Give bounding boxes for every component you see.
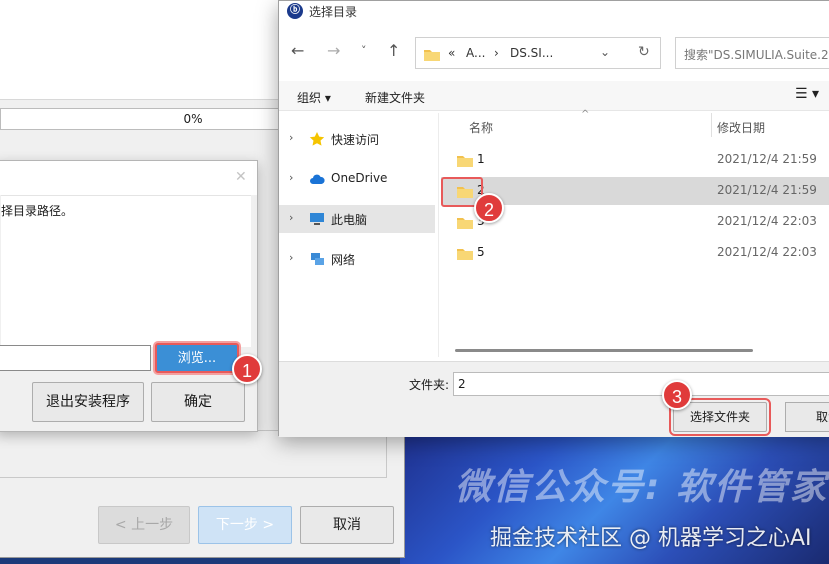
recent-chevron-icon[interactable]: ˅ bbox=[361, 44, 367, 57]
folder-icon bbox=[457, 156, 473, 167]
organize-menu[interactable]: 组织 ▾ bbox=[297, 89, 331, 106]
command-bar: 组织 ▾ 新建文件夹 ☰ ▾ bbox=[279, 81, 829, 111]
installer-cancel-button[interactable]: 取消 bbox=[300, 506, 394, 544]
exit-installer-button[interactable]: 退出安装程序 bbox=[32, 382, 144, 422]
prompt-body: 择目录路径。 bbox=[1, 195, 251, 347]
folder-field-label: 文件夹: bbox=[409, 378, 450, 392]
dialog-cancel-button[interactable]: 取消 bbox=[785, 402, 829, 432]
step-badge-3: 3 bbox=[662, 380, 692, 410]
watermark-juejin: 掘金技术社区 @ 机器学习之心AI bbox=[490, 526, 812, 551]
address-seg-overflow[interactable]: « bbox=[448, 46, 455, 60]
nav-label: 网络 bbox=[331, 253, 356, 267]
folder-date: 2021/12/4 21:59 bbox=[717, 152, 817, 166]
ok-button[interactable]: 确定 bbox=[151, 382, 245, 422]
directory-prompt-dialog: ✕ 择目录路径。 浏览... 退出安装程序 确定 bbox=[0, 160, 258, 432]
folder-field-input[interactable]: 2 bbox=[453, 372, 829, 396]
cloud-icon bbox=[310, 174, 325, 184]
address-separator: › bbox=[494, 46, 499, 60]
back-button[interactable]: < 上一步 bbox=[98, 506, 190, 544]
step-badge-2: 2 bbox=[474, 193, 504, 223]
search-placeholder: 搜索"DS.SIMULIA.Suite.2... bbox=[684, 48, 829, 62]
nav-item-network[interactable]: › 网络 bbox=[279, 245, 435, 273]
new-folder-button[interactable]: 新建文件夹 bbox=[365, 89, 425, 106]
browse-button[interactable]: 浏览... bbox=[155, 343, 239, 373]
folder-icon bbox=[424, 50, 440, 61]
folder-name: 5 bbox=[477, 245, 485, 259]
list-item[interactable]: 1 2021/12/4 21:59 bbox=[441, 146, 829, 174]
folder-icon bbox=[457, 218, 473, 229]
expand-chevron-icon[interactable]: › bbox=[289, 131, 293, 144]
select-folder-dialog: ⓑ 选择目录 ← → ˅ ↑ « A... › DS.SI... ⌄ ↻ 搜索"… bbox=[278, 0, 829, 437]
view-options-icon[interactable]: ☰ ▾ bbox=[795, 86, 819, 102]
navigation-row: ← → ˅ ↑ « A... › DS.SI... ⌄ ↻ 搜索"DS.SIMU… bbox=[279, 29, 829, 75]
file-list: ^ 名称 修改日期 1 2021/12/4 21:59 2 2021/12/4 … bbox=[441, 109, 829, 357]
folder-icon bbox=[457, 249, 473, 260]
app-logo-icon: ⓑ bbox=[287, 3, 303, 19]
nav-label: OneDrive bbox=[331, 171, 388, 185]
dialog-footer: 文件夹: 2 选择文件夹 取消 bbox=[279, 361, 829, 437]
nav-label: 快速访问 bbox=[331, 133, 380, 147]
prompt-titlebar: ✕ bbox=[0, 161, 257, 195]
step-badge-1: 1 bbox=[232, 354, 262, 384]
address-seg-current[interactable]: DS.SI... bbox=[510, 46, 553, 60]
column-divider[interactable] bbox=[711, 113, 712, 137]
column-header-modified[interactable]: 修改日期 bbox=[717, 119, 765, 136]
horizontal-scrollbar[interactable] bbox=[455, 349, 753, 352]
expand-chevron-icon[interactable]: › bbox=[289, 171, 293, 184]
up-arrow-icon[interactable]: ↑ bbox=[387, 41, 400, 60]
folder-date: 2021/12/4 21:59 bbox=[717, 183, 817, 197]
computer-icon bbox=[310, 213, 324, 225]
navigation-pane: › 快速访问 › OneDrive › 此电脑 › 网络 bbox=[279, 113, 439, 357]
address-dropdown-icon[interactable]: ⌄ bbox=[600, 45, 610, 59]
back-arrow-icon[interactable]: ← bbox=[291, 41, 304, 60]
select-folder-button[interactable]: 选择文件夹 bbox=[669, 398, 771, 436]
progress-text: 0% bbox=[183, 112, 203, 126]
next-button[interactable]: 下一步 > bbox=[198, 506, 292, 544]
list-item[interactable]: 5 2021/12/4 22:03 bbox=[441, 239, 829, 267]
prompt-message: 择目录路径。 bbox=[1, 204, 74, 218]
star-icon bbox=[309, 132, 325, 146]
path-input[interactable] bbox=[0, 345, 151, 371]
sort-caret-icon: ^ bbox=[581, 109, 590, 120]
column-header-name[interactable]: 名称 bbox=[469, 119, 493, 136]
folder-name: 1 bbox=[477, 152, 485, 166]
search-box[interactable]: 搜索"DS.SIMULIA.Suite.2... bbox=[675, 37, 829, 69]
close-icon[interactable]: ✕ bbox=[235, 169, 247, 185]
nav-item-quick-access[interactable]: › 快速访问 bbox=[279, 125, 435, 153]
nav-item-this-pc[interactable]: › 此电脑 bbox=[279, 205, 435, 233]
nav-item-onedrive[interactable]: › OneDrive bbox=[279, 165, 435, 193]
installer-panel bbox=[0, 430, 387, 478]
address-bar[interactable]: « A... › DS.SI... ⌄ ↻ bbox=[415, 37, 661, 69]
address-seg-parent[interactable]: A... bbox=[466, 46, 485, 60]
expand-chevron-icon[interactable]: › bbox=[289, 251, 293, 264]
dialog-title: 选择目录 bbox=[309, 5, 358, 19]
forward-arrow-icon[interactable]: → bbox=[327, 41, 340, 60]
refresh-icon[interactable]: ↻ bbox=[638, 44, 650, 60]
network-icon bbox=[311, 253, 324, 265]
folder-date: 2021/12/4 22:03 bbox=[717, 245, 817, 259]
expand-chevron-icon[interactable]: › bbox=[289, 211, 293, 224]
watermark-wechat: 微信公众号: 软件管家 bbox=[455, 467, 828, 508]
folder-date: 2021/12/4 22:03 bbox=[717, 214, 817, 228]
dialog-titlebar: ⓑ 选择目录 bbox=[279, 1, 829, 23]
nav-label: 此电脑 bbox=[331, 213, 368, 227]
